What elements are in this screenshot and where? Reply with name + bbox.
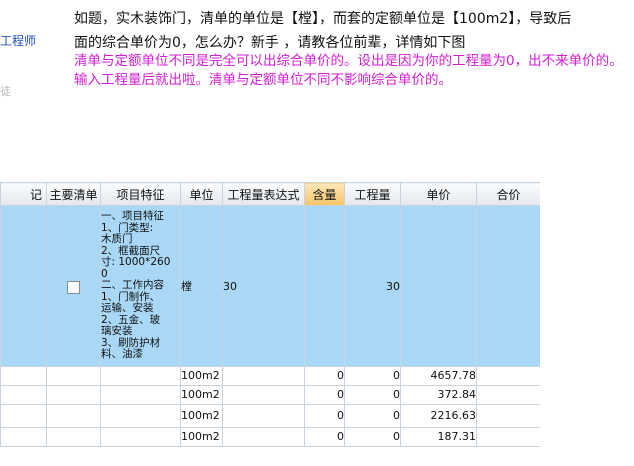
cell-ji[interactable]: [0, 404, 47, 428]
table-row[interactable]: 100m2 0 0 187.31: [0, 427, 540, 447]
cell-main-list[interactable]: [46, 366, 101, 386]
feature-line: 料、油漆: [101, 348, 143, 361]
cell-feature[interactable]: [100, 404, 181, 428]
cell-main-list[interactable]: [46, 385, 101, 405]
col-header-unit[interactable]: 单位: [180, 182, 223, 206]
question-line-2: 面的综合单价为0，怎么办？新手 ，请教各位前辈，详情如下图: [74, 35, 466, 51]
user-sub: 徒: [0, 85, 11, 98]
cell-total-price[interactable]: [476, 404, 540, 428]
cell-ji[interactable]: [0, 427, 47, 447]
col-header-ji[interactable]: 记: [0, 182, 47, 206]
answer-text: 清单与定额单位不同是完全可以出综合单价的。设出是因为你的工程量为0，出不来单价的…: [74, 53, 623, 88]
main-list-checkbox[interactable]: [67, 280, 80, 294]
cell-quantity[interactable]: 0: [344, 427, 401, 447]
cell-main-list[interactable]: [46, 404, 101, 428]
cell-expression[interactable]: [222, 385, 305, 405]
cell-ji[interactable]: [0, 205, 47, 367]
cell-unit[interactable]: 100m2: [180, 427, 223, 447]
cell-quantity[interactable]: 0: [344, 385, 401, 405]
cell-main-list[interactable]: [46, 205, 101, 367]
cell-content[interactable]: [304, 205, 345, 367]
cell-quantity[interactable]: 0: [344, 366, 401, 386]
question-line-1: 如题，实木装饰门，清单的单位是【樘】，而套的定额单位是【100m2】，导致后: [74, 11, 572, 27]
col-header-total-price[interactable]: 合价: [476, 182, 540, 206]
cell-content[interactable]: 0: [304, 385, 345, 405]
cell-unit-price[interactable]: 4657.78: [400, 366, 477, 386]
cell-unit[interactable]: 樘: [180, 205, 223, 367]
table-row[interactable]: 100m2 0 0 372.84: [0, 385, 540, 405]
cell-feature[interactable]: [100, 366, 181, 386]
cell-unit[interactable]: 100m2: [180, 385, 223, 405]
cell-ji[interactable]: [0, 366, 47, 386]
quota-grid: 记 主要清单 项目特征 单位 工程量表达式 含量 工程量 单价 合价 一、项目特…: [0, 182, 540, 466]
cell-content[interactable]: 0: [304, 366, 345, 386]
cell-content[interactable]: 0: [304, 404, 345, 428]
cell-unit-price[interactable]: 2216.63: [400, 404, 477, 428]
cell-total-price[interactable]: [476, 205, 540, 367]
cell-feature[interactable]: [100, 427, 181, 447]
cell-unit[interactable]: 100m2: [180, 404, 223, 428]
col-header-unit-price[interactable]: 单价: [400, 182, 477, 206]
cell-feature[interactable]: [100, 385, 181, 405]
cell-expression[interactable]: [222, 366, 305, 386]
cell-expression[interactable]: [222, 404, 305, 428]
user-role: 工程师: [0, 34, 37, 48]
cell-quantity[interactable]: 0: [344, 404, 401, 428]
cell-unit[interactable]: 100m2: [180, 366, 223, 386]
table-row[interactable]: 100m2 0 0 2216.63: [0, 404, 540, 428]
table-row[interactable]: 100m2 0 0 4657.78: [0, 366, 540, 386]
col-header-feature[interactable]: 项目特征: [100, 182, 181, 206]
cell-expression[interactable]: 30: [222, 205, 305, 367]
cell-total-price[interactable]: [476, 427, 540, 447]
cell-feature[interactable]: 一、项目特征 1、门类型: 木质门 2、框截面尺 寸: 1000*260 0 二…: [100, 205, 181, 367]
cell-quantity[interactable]: 30: [344, 205, 401, 367]
cell-expression[interactable]: [222, 427, 305, 447]
feature-line: 寸: 1000*260: [101, 256, 171, 269]
cell-main-list[interactable]: [46, 427, 101, 447]
col-header-quantity[interactable]: 工程量: [344, 182, 401, 206]
grid-table: 记 主要清单 项目特征 单位 工程量表达式 含量 工程量 单价 合价 一、项目特…: [0, 182, 540, 447]
user-info: 工程师 徒: [0, 8, 60, 99]
cell-unit-price[interactable]: 372.84: [400, 385, 477, 405]
col-header-expression[interactable]: 工程量表达式: [222, 182, 305, 206]
cell-unit-price[interactable]: [400, 205, 477, 367]
col-header-main-list[interactable]: 主要清单: [46, 182, 101, 206]
cell-unit-price[interactable]: 187.31: [400, 427, 477, 447]
col-header-content[interactable]: 含量: [304, 182, 345, 206]
cell-ji[interactable]: [0, 385, 47, 405]
cell-content[interactable]: 0: [304, 427, 345, 447]
table-row-main[interactable]: 一、项目特征 1、门类型: 木质门 2、框截面尺 寸: 1000*260 0 二…: [0, 205, 540, 367]
cell-total-price[interactable]: [476, 366, 540, 386]
cell-total-price[interactable]: [476, 385, 540, 405]
grid-header-row: 记 主要清单 项目特征 单位 工程量表达式 含量 工程量 单价 合价: [0, 182, 540, 206]
